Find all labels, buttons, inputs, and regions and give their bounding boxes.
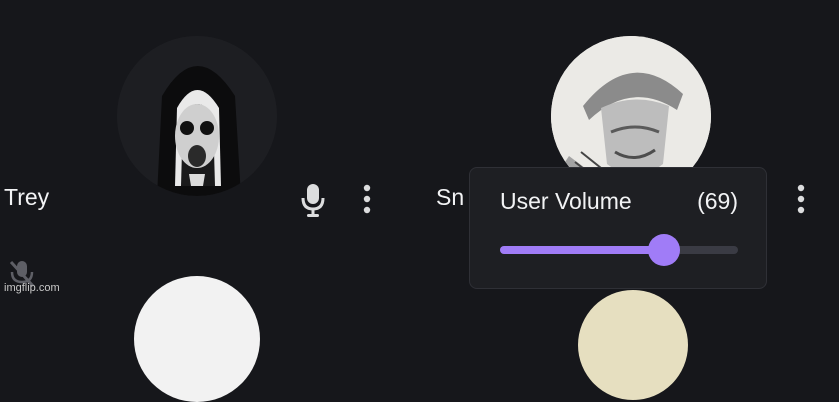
user-volume-popover: User Volume (69) [469, 167, 767, 289]
more-options-icon[interactable] [792, 182, 810, 218]
participant-avatar[interactable] [134, 276, 260, 402]
slider-fill [500, 246, 665, 254]
user-volume-slider[interactable] [500, 234, 738, 266]
user-volume-value: (69) [697, 188, 738, 214]
microphone-icon[interactable] [299, 182, 327, 218]
watermark: imgflip.com [4, 282, 60, 294]
participant-avatar[interactable] [578, 290, 688, 400]
user-volume-label: User Volume [500, 188, 632, 214]
more-options-icon[interactable] [358, 182, 376, 218]
trey-avatar[interactable] [117, 36, 277, 196]
participant-name: Sn [436, 184, 465, 210]
participant-name: Trey [4, 184, 50, 210]
nun-mask-avatar-icon [117, 36, 277, 196]
slider-thumb[interactable] [648, 234, 681, 266]
